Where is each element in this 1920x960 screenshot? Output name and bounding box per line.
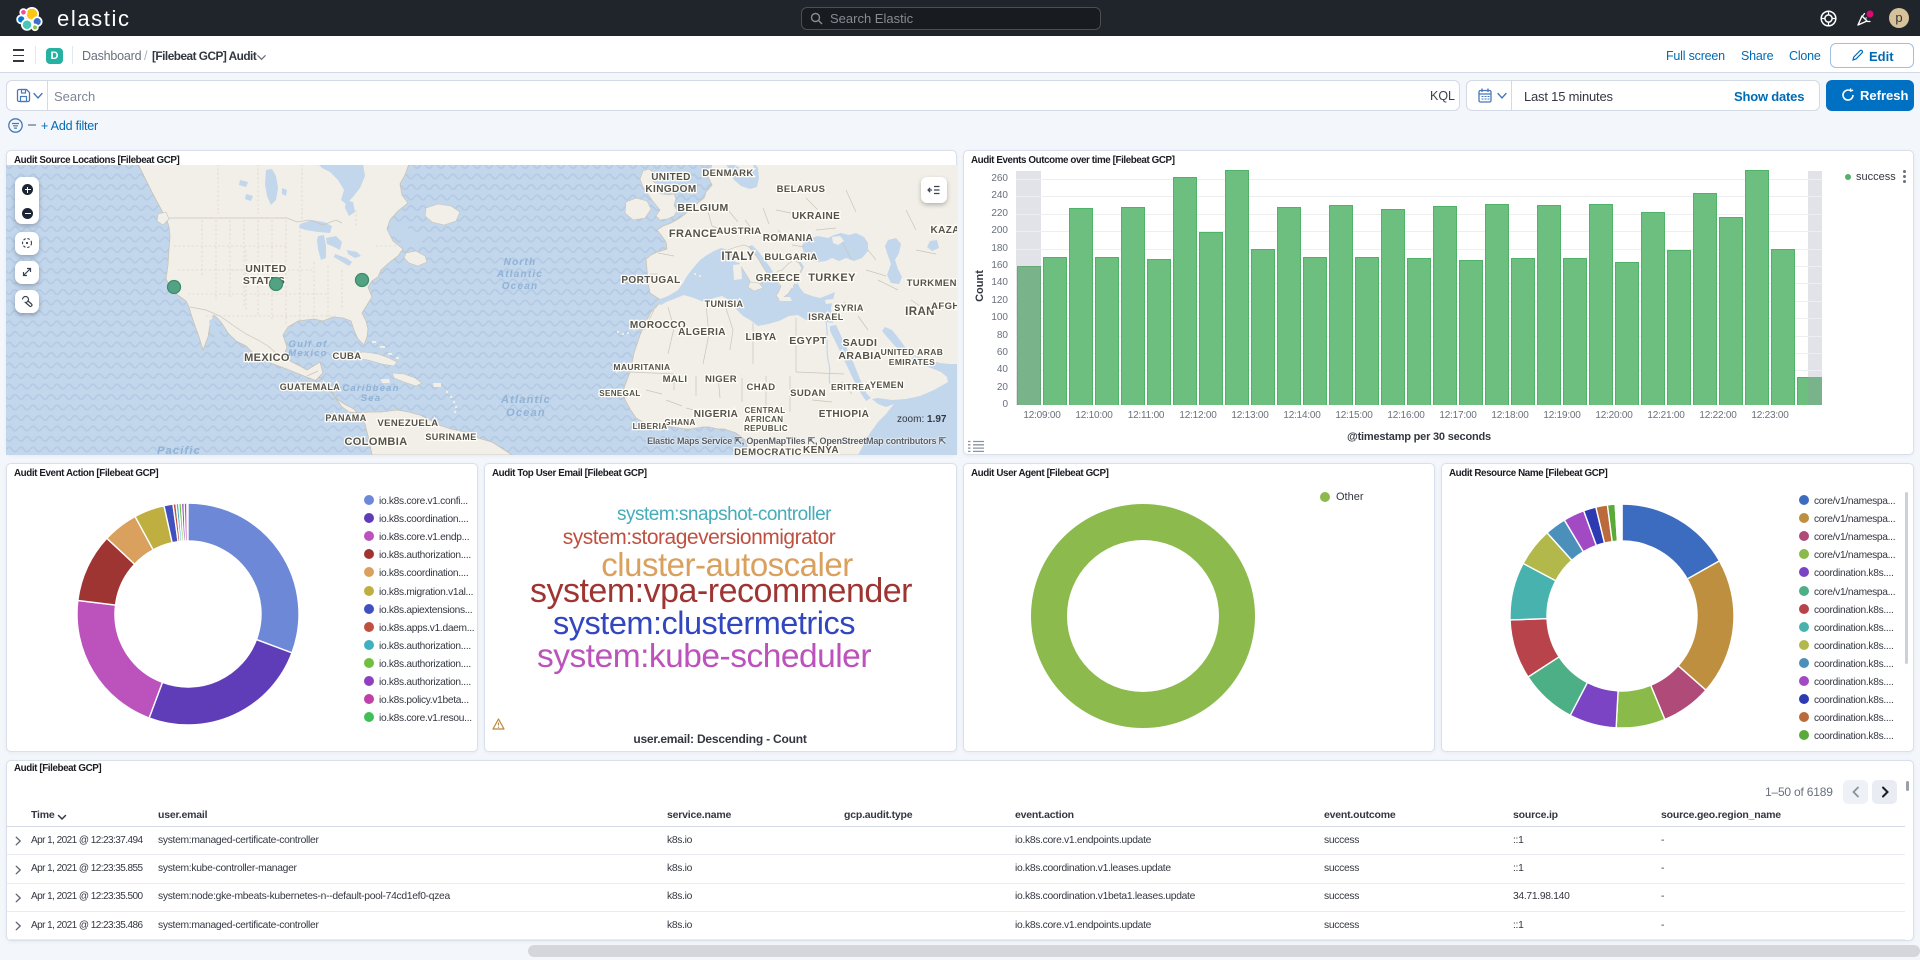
svg-text:UKRAINE: UKRAINE [792, 211, 840, 222]
svg-text:FRANCE: FRANCE [669, 228, 717, 240]
svg-text:Ocean: Ocean [502, 281, 539, 292]
svg-text:KINGDOM: KINGDOM [645, 184, 696, 195]
svg-text:CENTRAL: CENTRAL [744, 406, 785, 415]
svg-text:ETHIOPIA: ETHIOPIA [819, 409, 869, 420]
svg-text:ERITREA: ERITREA [831, 382, 871, 392]
svg-text:BELARUS: BELARUS [777, 184, 826, 195]
svg-text:PANAMA: PANAMA [325, 413, 366, 423]
svg-text:Ocean: Ocean [506, 407, 546, 419]
svg-text:DEMOCRATIC: DEMOCRATIC [734, 447, 802, 455]
svg-text:YEMEN: YEMEN [870, 380, 904, 390]
svg-text:SURINAME: SURINAME [425, 432, 476, 442]
svg-text:LIBERIA: LIBERIA [633, 422, 668, 431]
svg-text:TUNISIA: TUNISIA [705, 299, 744, 309]
svg-text:BELGIUM: BELGIUM [677, 202, 728, 214]
svg-text:GHANA: GHANA [664, 418, 695, 427]
svg-text:MALI: MALI [663, 374, 688, 385]
svg-text:AFRICAN: AFRICAN [745, 415, 784, 424]
svg-text:UNITED ARAB: UNITED ARAB [881, 347, 944, 357]
svg-text:North: North [504, 257, 537, 268]
svg-text:AUSTRIA: AUSTRIA [716, 226, 761, 237]
svg-text:AFGHA: AFGHA [931, 301, 957, 312]
svg-text:SAUDI: SAUDI [843, 337, 878, 349]
svg-text:ALGERIA: ALGERIA [678, 327, 726, 338]
svg-text:EMIRATES: EMIRATES [889, 357, 936, 367]
svg-text:REPUBLIC: REPUBLIC [744, 424, 788, 433]
svg-text:LIBYA: LIBYA [745, 332, 776, 343]
svg-text:ITALY: ITALY [721, 251, 754, 263]
svg-text:ROMANIA: ROMANIA [763, 233, 814, 244]
svg-text:COLOMBIA: COLOMBIA [344, 436, 407, 448]
svg-text:UNITED: UNITED [651, 172, 691, 183]
svg-text:TURKMENISTA: TURKMENISTA [907, 278, 957, 289]
svg-text:NIGERIA: NIGERIA [694, 409, 738, 420]
svg-text:GUATEMALA: GUATEMALA [280, 382, 341, 392]
svg-text:VENEZUELA: VENEZUELA [377, 418, 438, 429]
svg-text:MEXICO: MEXICO [244, 352, 290, 364]
svg-text:CHAD: CHAD [746, 382, 775, 393]
svg-text:DENMARK: DENMARK [702, 168, 753, 179]
svg-text:ARABIA: ARABIA [838, 350, 881, 362]
svg-text:SUDAN: SUDAN [790, 388, 826, 399]
svg-text:UNITED: UNITED [245, 263, 286, 275]
svg-text:TURKEY: TURKEY [808, 272, 856, 284]
svg-text:Atlantic: Atlantic [500, 394, 551, 406]
svg-text:ISRAEL: ISRAEL [808, 312, 844, 322]
svg-text:CUBA: CUBA [332, 351, 361, 362]
svg-text:Mexico: Mexico [288, 348, 327, 359]
svg-text:Atlantic: Atlantic [496, 269, 543, 280]
svg-text:MAURITANIA: MAURITANIA [613, 362, 670, 372]
svg-text:KAZAK: KAZAK [931, 225, 958, 236]
svg-text:Sea: Sea [361, 393, 382, 404]
svg-text:Pacific: Pacific [157, 445, 201, 455]
svg-text:SENEGAL: SENEGAL [599, 389, 640, 398]
svg-text:BULGARIA: BULGARIA [764, 252, 817, 263]
svg-text:PORTUGAL: PORTUGAL [621, 275, 680, 286]
svg-text:GREECE: GREECE [756, 273, 801, 284]
svg-text:EGYPT: EGYPT [789, 335, 827, 347]
svg-text:NIGER: NIGER [705, 374, 737, 385]
